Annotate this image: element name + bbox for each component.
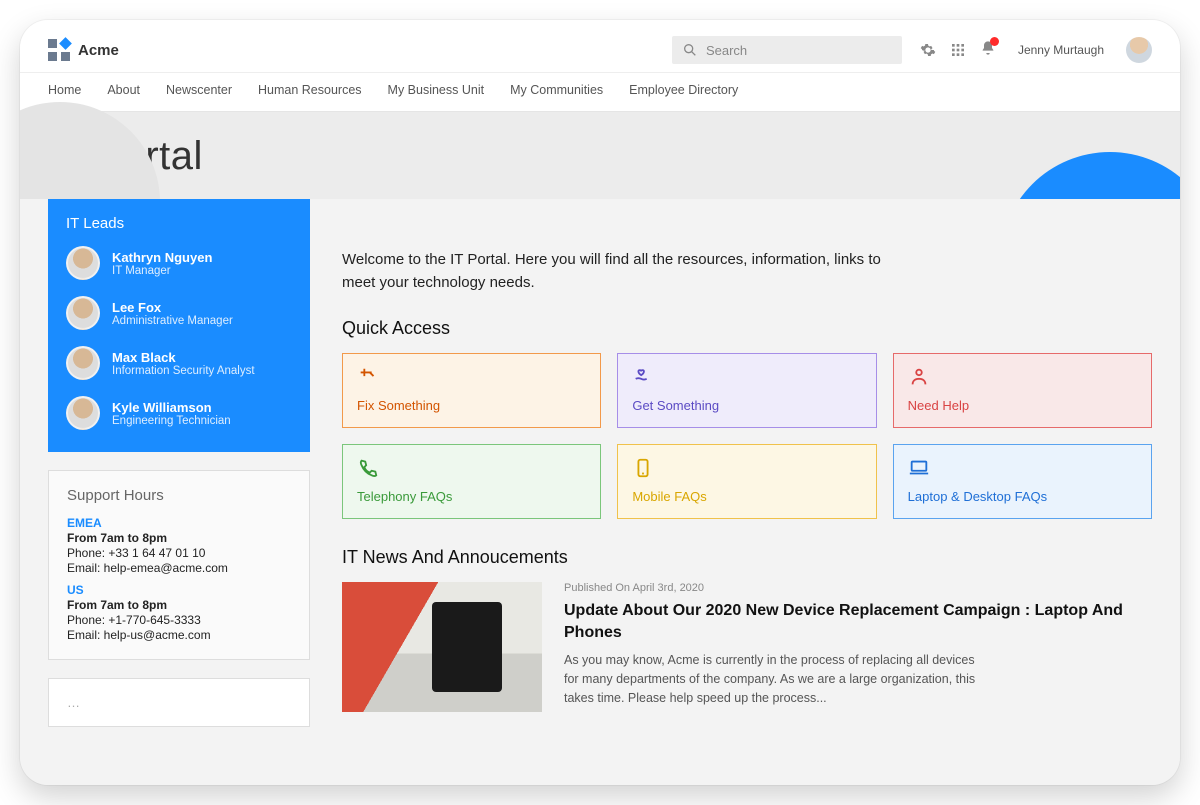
news-published: Published On April 3rd, 2020 [564, 582, 1152, 594]
support-region: EMEA [67, 516, 291, 530]
nav-about[interactable]: About [107, 83, 140, 97]
lead-name: Max Black [112, 350, 255, 365]
news-headline: Update About Our 2020 New Device Replace… [564, 600, 1152, 643]
avatar [66, 346, 100, 380]
notifications-button[interactable] [980, 40, 996, 61]
support-email: Email: help-us@acme.com [67, 628, 291, 642]
lead-role: Engineering Technician [112, 415, 231, 427]
support-hours: From 7am to 8pm [67, 598, 291, 612]
lead-name: Kyle Williamson [112, 400, 231, 415]
qa-fix-something[interactable]: Fix Something [342, 353, 601, 428]
user-name[interactable]: Jenny Murtaugh [1018, 43, 1104, 57]
lead-item[interactable]: Kathryn Nguyen IT Manager [66, 246, 292, 280]
laptop-icon [908, 457, 930, 479]
qa-laptop-desktop-faqs[interactable]: Laptop & Desktop FAQs [893, 444, 1152, 519]
logo-icon [48, 39, 70, 61]
it-leads-card: IT Leads Kathryn Nguyen IT Manager Lee F… [48, 199, 310, 452]
support-phone: Phone: +33 1 64 47 01 10 [67, 546, 291, 560]
lead-role: Information Security Analyst [112, 365, 255, 377]
intro-text: Welcome to the IT Portal. Here you will … [342, 249, 902, 294]
brand-name: Acme [78, 42, 119, 59]
avatar [66, 296, 100, 330]
nav-communities[interactable]: My Communities [510, 83, 603, 97]
qa-label: Telephony FAQs [357, 489, 586, 504]
qa-telephony-faqs[interactable]: Telephony FAQs [342, 444, 601, 519]
topbar: Acme Search Jenny Murtaugh [20, 20, 1180, 73]
qa-need-help[interactable]: Need Help [893, 353, 1152, 428]
hammer-icon [357, 366, 379, 388]
search-icon [682, 42, 698, 58]
it-leads-title: IT Leads [66, 215, 292, 232]
nav-directory[interactable]: Employee Directory [629, 83, 738, 97]
qa-get-something[interactable]: Get Something [617, 353, 876, 428]
nav-hr[interactable]: Human Resources [258, 83, 362, 97]
news-thumbnail [342, 582, 542, 712]
search-input[interactable]: Search [672, 36, 902, 64]
search-placeholder: Search [706, 43, 747, 58]
hand-heart-icon [632, 366, 654, 388]
page-title: IT Portal [48, 134, 1152, 179]
news-excerpt: As you may know, Acme is currently in th… [564, 651, 984, 707]
apps-grid-icon[interactable] [950, 42, 966, 58]
qa-label: Fix Something [357, 398, 586, 413]
lead-item[interactable]: Kyle Williamson Engineering Technician [66, 396, 292, 430]
lead-name: Kathryn Nguyen [112, 250, 212, 265]
qa-label: Laptop & Desktop FAQs [908, 489, 1137, 504]
lead-role: Administrative Manager [112, 315, 233, 327]
news-title: IT News And Annoucements [342, 547, 1152, 568]
main-nav: Home About Newscenter Human Resources My… [20, 73, 1180, 112]
lead-name: Lee Fox [112, 300, 233, 315]
support-title: Support Hours [67, 487, 291, 504]
avatar[interactable] [1126, 37, 1152, 63]
support-phone: Phone: +1-770-645-3333 [67, 613, 291, 627]
person-icon [908, 366, 930, 388]
qa-label: Mobile FAQs [632, 489, 861, 504]
qa-label: Need Help [908, 398, 1137, 413]
avatar [66, 396, 100, 430]
support-email: Email: help-emea@acme.com [67, 561, 291, 575]
brand-logo[interactable]: Acme [48, 39, 119, 61]
quick-access-grid: Fix Something Get Something Need Help Te… [342, 353, 1152, 519]
news-article[interactable]: Published On April 3rd, 2020 Update Abou… [342, 582, 1152, 712]
support-hours: From 7am to 8pm [67, 531, 291, 545]
gear-icon[interactable] [920, 42, 936, 58]
support-region: US [67, 583, 291, 597]
quick-access-title: Quick Access [342, 318, 1152, 339]
nav-newscenter[interactable]: Newscenter [166, 83, 232, 97]
phone-icon [357, 457, 379, 479]
nav-home[interactable]: Home [48, 83, 81, 97]
nav-business-unit[interactable]: My Business Unit [388, 83, 485, 97]
lead-role: IT Manager [112, 265, 212, 277]
mobile-icon [632, 457, 654, 479]
qa-label: Get Something [632, 398, 861, 413]
qa-mobile-faqs[interactable]: Mobile FAQs [617, 444, 876, 519]
support-hours-card: Support Hours EMEA From 7am to 8pm Phone… [48, 470, 310, 660]
extra-card: … [48, 678, 310, 727]
avatar [66, 246, 100, 280]
lead-item[interactable]: Lee Fox Administrative Manager [66, 296, 292, 330]
lead-item[interactable]: Max Black Information Security Analyst [66, 346, 292, 380]
notification-dot [990, 37, 999, 46]
